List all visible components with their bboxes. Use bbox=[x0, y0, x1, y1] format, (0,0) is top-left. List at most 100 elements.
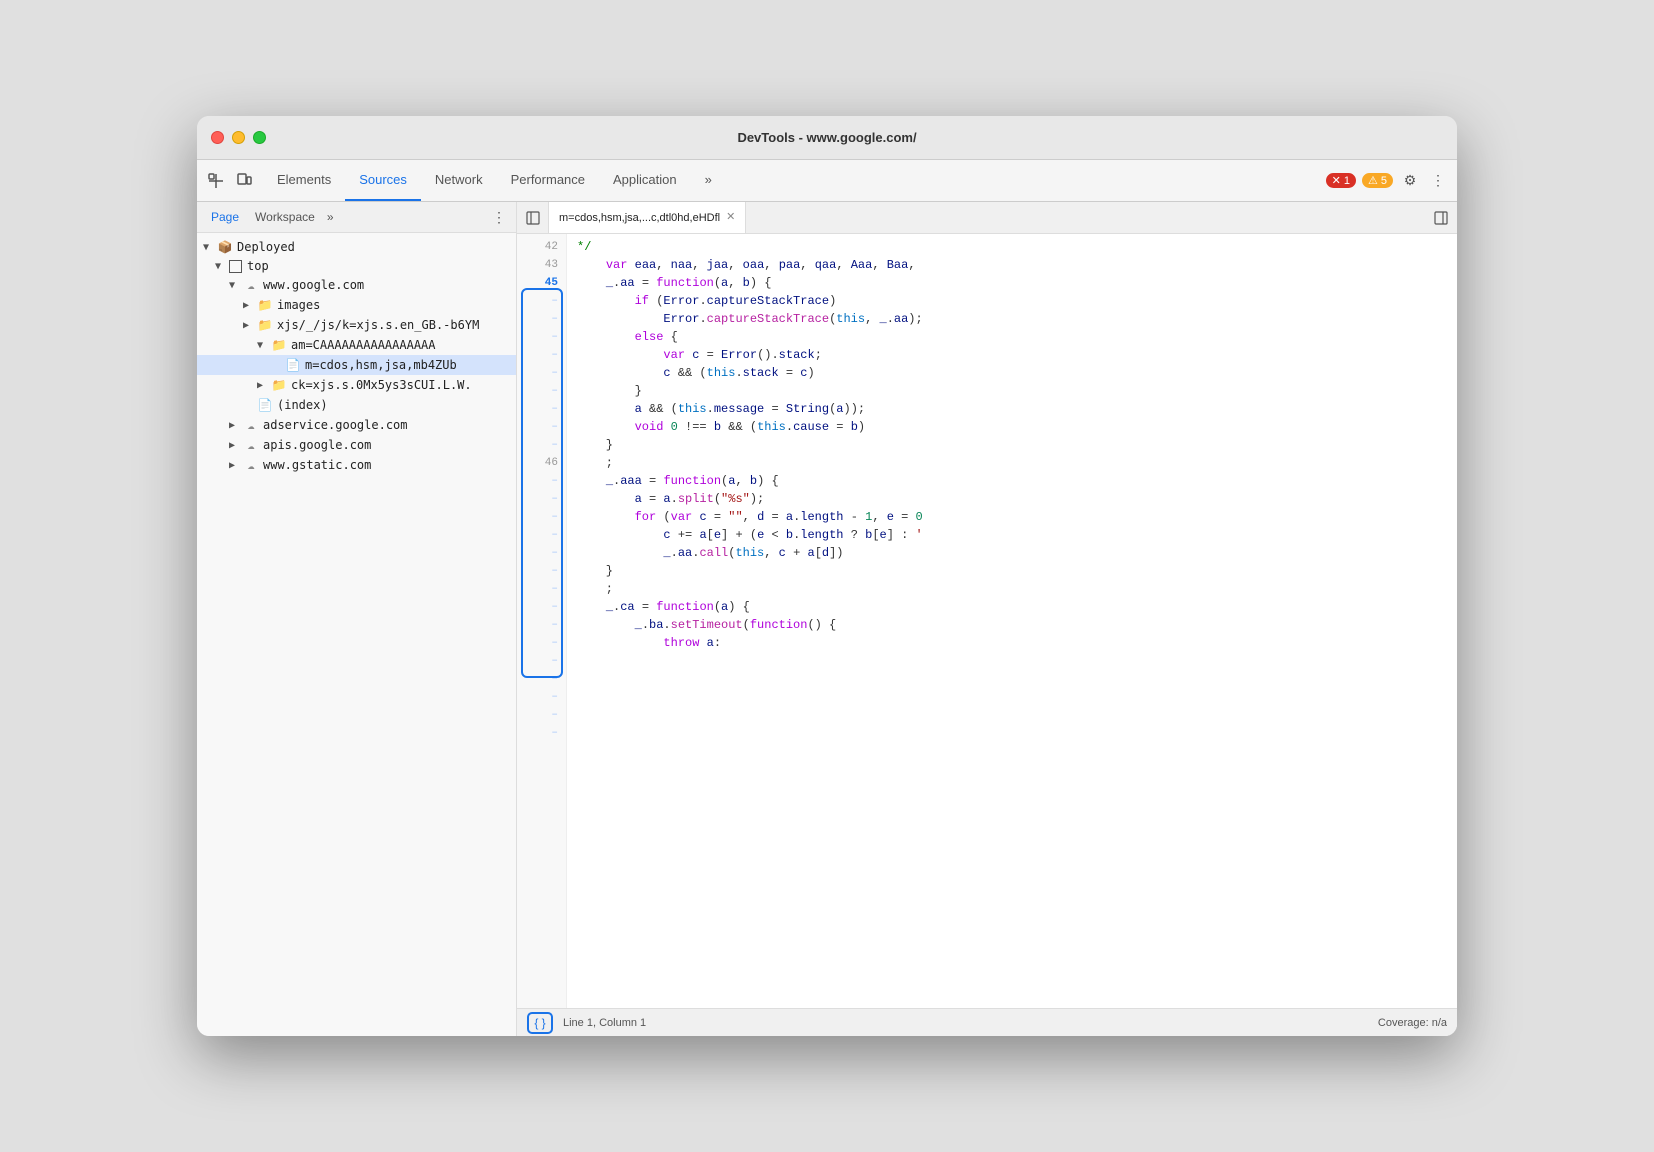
tree-item-deployed[interactable]: ▼ 📦 Deployed bbox=[197, 237, 516, 257]
line-num-d13: – bbox=[517, 526, 566, 544]
inspect-element-icon[interactable] bbox=[205, 170, 227, 192]
editor-area: m=cdos,hsm,jsa,...c,dtl0hd,eHDfl ✕ bbox=[517, 202, 1457, 1036]
format-code-button[interactable]: { } bbox=[527, 1012, 553, 1034]
line-num-d6: – bbox=[517, 382, 566, 400]
line-num-d8: – bbox=[517, 418, 566, 436]
navigator-icon[interactable] bbox=[1425, 202, 1457, 234]
line-num-d3: – bbox=[517, 328, 566, 346]
tab-application[interactable]: Application bbox=[599, 160, 691, 201]
folder-icon-xjs: 📁 bbox=[257, 317, 273, 333]
code-container: 42 43 45 – – – – – – – – – 46 – – – – bbox=[517, 234, 1457, 1008]
line-num-d5: – bbox=[517, 364, 566, 382]
tab-elements[interactable]: Elements bbox=[263, 160, 345, 201]
origin-icon: ☁ bbox=[243, 277, 259, 293]
device-toolbar-icon[interactable] bbox=[233, 170, 255, 192]
line-num-d20: – bbox=[517, 652, 566, 670]
origin-icon-apis: ☁ bbox=[243, 437, 259, 453]
line-num-d11: – bbox=[517, 490, 566, 508]
code-line-23: throw a: bbox=[577, 634, 1447, 652]
code-line-4: if (Error.captureStackTrace) bbox=[577, 292, 1447, 310]
tree-item-apis[interactable]: ▶ ☁ apis.google.com bbox=[197, 435, 516, 455]
line-num-d2: – bbox=[517, 310, 566, 328]
code-line-10: a && (this.message = String(a)); bbox=[577, 400, 1447, 418]
line-num-d7: – bbox=[517, 400, 566, 418]
tab-sources[interactable]: Sources bbox=[345, 160, 421, 201]
line-num-d19: – bbox=[517, 634, 566, 652]
warning-badge[interactable]: ⚠ 5 bbox=[1362, 173, 1393, 188]
tree-item-top[interactable]: ▼ top bbox=[197, 257, 516, 275]
folder-icon-am: 📁 bbox=[271, 337, 287, 353]
coverage-status: Coverage: n/a bbox=[1378, 1017, 1447, 1029]
more-options-icon[interactable]: ⋮ bbox=[1427, 170, 1449, 192]
devtools-tab-bar: Elements Sources Network Performance App… bbox=[197, 160, 1457, 202]
error-badge[interactable]: ✕ 1 bbox=[1326, 173, 1356, 188]
tree-item-gstatic[interactable]: ▶ ☁ www.gstatic.com bbox=[197, 455, 516, 475]
tree-item-adservice[interactable]: ▶ ☁ adservice.google.com bbox=[197, 415, 516, 435]
code-line-9: } bbox=[577, 382, 1447, 400]
sidebar-tab-workspace[interactable]: Workspace bbox=[251, 208, 319, 226]
minimize-button[interactable] bbox=[232, 131, 245, 144]
line-num-d17: – bbox=[517, 598, 566, 616]
tab-performance[interactable]: Performance bbox=[497, 160, 599, 201]
line-num-d4: – bbox=[517, 346, 566, 364]
tab-network[interactable]: Network bbox=[421, 160, 497, 201]
tree-item-xjs[interactable]: ▶ 📁 xjs/_/js/k=xjs.s.en_GB.-b6YM bbox=[197, 315, 516, 335]
window-title: DevTools - www.google.com/ bbox=[737, 130, 916, 145]
toolbar-right: ✕ 1 ⚠ 5 ⚙ ⋮ bbox=[1326, 160, 1449, 201]
line-num-43: 43 bbox=[517, 256, 566, 274]
sidebar-menu-icon[interactable]: ⋮ bbox=[492, 209, 506, 226]
code-line-17: c += a[e] + (e < b.length ? b[e] : ' bbox=[577, 526, 1447, 544]
line-num-d12: – bbox=[517, 508, 566, 526]
line-num-45: 45 bbox=[517, 274, 566, 292]
line-num-d21: – bbox=[517, 670, 566, 688]
line-num-46: 46 bbox=[517, 454, 566, 472]
tree-item-ck[interactable]: ▶ 📁 ck=xjs.s.0Mx5ys3sCUI.L.W. bbox=[197, 375, 516, 395]
line-num-d18: – bbox=[517, 616, 566, 634]
line-num-42: 42 bbox=[517, 238, 566, 256]
code-line-2: var eaa, naa, jaa, oaa, paa, qaa, Aaa, B… bbox=[577, 256, 1447, 274]
status-bar: { } Line 1, Column 1 Coverage: n/a bbox=[517, 1008, 1457, 1036]
content-area: Page Workspace » ⋮ ▼ 📦 Deployed ▼ top bbox=[197, 202, 1457, 1036]
code-content[interactable]: */ var eaa, naa, jaa, oaa, paa, qaa, Aaa… bbox=[567, 234, 1457, 1008]
code-line-1: */ bbox=[577, 238, 1447, 256]
origin-icon-gstatic: ☁ bbox=[243, 457, 259, 473]
settings-icon[interactable]: ⚙ bbox=[1399, 170, 1421, 192]
folder-icon: 📁 bbox=[257, 297, 273, 313]
sidebar-tab-page[interactable]: Page bbox=[207, 208, 243, 226]
devtools-window: DevTools - www.google.com/ Elements bbox=[197, 116, 1457, 1036]
main-tabs: Elements Sources Network Performance App… bbox=[263, 160, 1326, 201]
code-line-14: _.aaa = function(a, b) { bbox=[577, 472, 1447, 490]
tree-item-index[interactable]: 📄 (index) bbox=[197, 395, 516, 415]
line-num-d15: – bbox=[517, 562, 566, 580]
file-tree: ▼ 📦 Deployed ▼ top ▼ ☁ www.google.com bbox=[197, 233, 516, 1036]
origin-icon-ads: ☁ bbox=[243, 417, 259, 433]
folder-icon-ck: 📁 bbox=[271, 377, 287, 393]
toolbar-left bbox=[205, 160, 255, 201]
code-line-8: c && (this.stack = c) bbox=[577, 364, 1447, 382]
editor-tab-bar: m=cdos,hsm,jsa,...c,dtl0hd,eHDfl ✕ bbox=[517, 202, 1457, 234]
code-line-22: _.ba.setTimeout(function() { bbox=[577, 616, 1447, 634]
line-num-d14: – bbox=[517, 544, 566, 562]
tree-item-am[interactable]: ▼ 📁 am=CAAAAAAAAAAAAAAAA bbox=[197, 335, 516, 355]
code-line-21: _.ca = function(a) { bbox=[577, 598, 1447, 616]
file-icon-index: 📄 bbox=[257, 397, 273, 413]
tree-item-mcdos[interactable]: 📄 m=cdos,hsm,jsa,mb4ZUb bbox=[197, 355, 516, 375]
maximize-button[interactable] bbox=[253, 131, 266, 144]
tree-item-images[interactable]: ▶ 📁 images bbox=[197, 295, 516, 315]
code-line-18: _.aa.call(this, c + a[d]) bbox=[577, 544, 1447, 562]
line-num-d22: – bbox=[517, 688, 566, 706]
line-numbers: 42 43 45 – – – – – – – – – 46 – – – – bbox=[517, 234, 567, 1008]
code-line-20: ; bbox=[577, 580, 1447, 598]
editor-file-tab-active[interactable]: m=cdos,hsm,jsa,...c,dtl0hd,eHDfl ✕ bbox=[549, 202, 746, 233]
line-num-d10: – bbox=[517, 472, 566, 490]
tab-more[interactable]: » bbox=[691, 160, 726, 201]
sidebar-toggle-icon[interactable] bbox=[517, 202, 549, 233]
sidebar-more-tabs[interactable]: » bbox=[327, 210, 334, 224]
close-button[interactable] bbox=[211, 131, 224, 144]
frame-icon bbox=[229, 260, 242, 273]
file-tab-close-icon[interactable]: ✕ bbox=[726, 212, 735, 223]
code-line-15: a = a.split("%s"); bbox=[577, 490, 1447, 508]
line-num-d1: – bbox=[517, 292, 566, 310]
tree-item-google[interactable]: ▼ ☁ www.google.com bbox=[197, 275, 516, 295]
code-line-3: _.aa = function(a, b) { bbox=[577, 274, 1447, 292]
